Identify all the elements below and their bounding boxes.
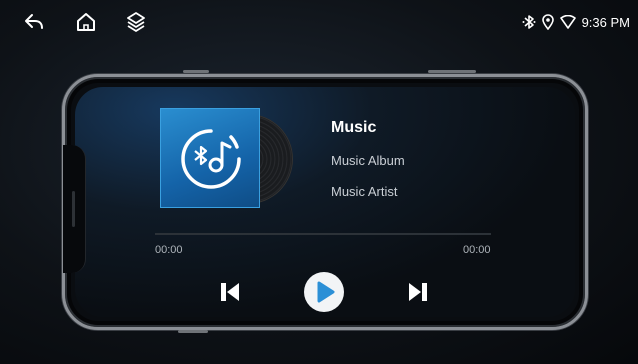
wifi-icon <box>559 15 576 29</box>
location-icon <box>541 14 554 30</box>
phone-side-button <box>183 70 209 73</box>
next-button[interactable] <box>407 281 429 308</box>
music-player-screen: 9:36 PM Music Music Album Music Artist 0… <box>0 0 638 364</box>
album-cover <box>160 108 260 208</box>
track-title: Music <box>331 119 377 136</box>
back-icon[interactable] <box>22 10 46 34</box>
phone-notch <box>63 145 86 273</box>
progress-bar[interactable] <box>155 233 491 235</box>
home-icon[interactable] <box>74 10 98 34</box>
status-bar: 9:36 PM <box>0 0 638 44</box>
previous-button[interactable] <box>219 281 241 308</box>
bluetooth-icon <box>522 14 536 30</box>
track-album: Music Album <box>331 153 405 168</box>
play-button[interactable] <box>304 272 344 312</box>
previous-icon <box>221 283 239 301</box>
phone-side-button <box>428 70 476 73</box>
layers-icon[interactable] <box>124 10 148 34</box>
elapsed-time: 00:00 <box>155 244 183 256</box>
total-time: 00:00 <box>463 244 491 256</box>
track-artist: Music Artist <box>331 184 398 199</box>
status-indicators: 9:36 PM <box>522 12 630 32</box>
bluetooth-music-icon <box>181 129 241 189</box>
play-icon <box>317 281 335 303</box>
phone-side-button <box>178 330 208 333</box>
next-icon <box>409 283 427 301</box>
clock: 9:36 PM <box>581 14 630 30</box>
